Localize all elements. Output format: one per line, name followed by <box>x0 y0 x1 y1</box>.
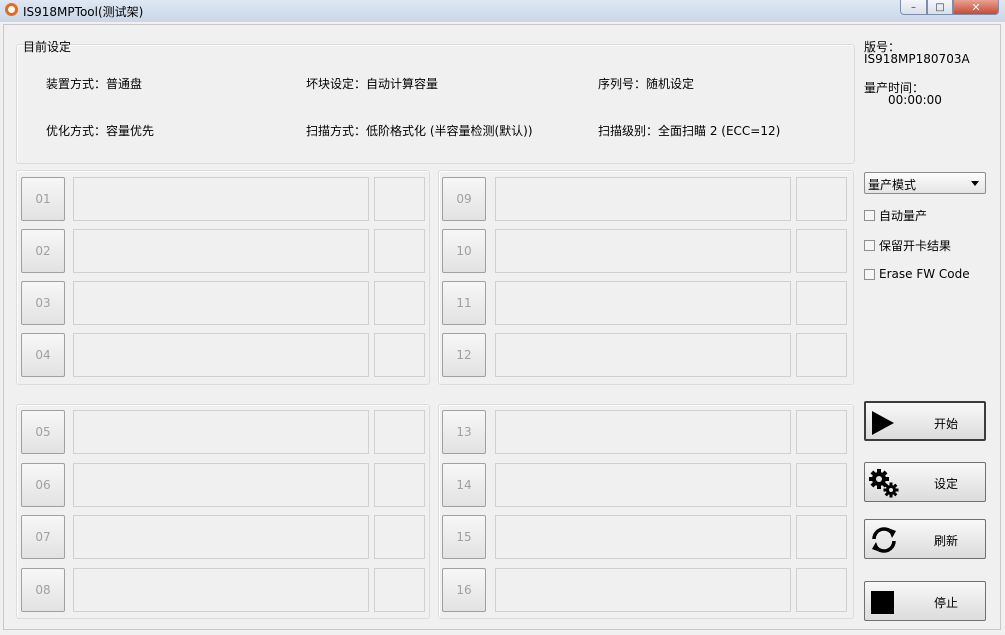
port-capacity-box <box>374 568 425 612</box>
auto-mp-label: 自动量产 <box>879 208 928 223</box>
settings-button-label: 设定 <box>933 477 958 491</box>
port-status-box <box>495 229 791 273</box>
port-capacity-box <box>796 333 847 377</box>
port-status-box <box>73 568 369 612</box>
port-number-button[interactable]: 11 <box>442 281 486 325</box>
port-capacity-box <box>796 281 847 325</box>
version-value: IS918MP180703A <box>864 52 970 66</box>
play-icon <box>872 411 894 435</box>
port-status-box <box>495 281 791 325</box>
port-number-button[interactable]: 08 <box>21 568 65 612</box>
port-capacity-box <box>796 177 847 221</box>
refresh-button-label: 刷新 <box>933 534 958 548</box>
maximize-icon: □ <box>935 1 945 13</box>
port-status-box <box>73 410 369 454</box>
port-number-button[interactable]: 15 <box>442 515 486 559</box>
stop-button-label: 停止 <box>933 596 958 610</box>
keep-result-checkbox[interactable]: 保留开卡结果 <box>864 237 951 253</box>
port-number-button[interactable]: 01 <box>21 177 65 221</box>
gears-icon <box>869 469 899 498</box>
port-number-button[interactable]: 02 <box>21 229 65 273</box>
mp-time-value: 00:00:00 <box>888 93 942 107</box>
port-number-button[interactable]: 10 <box>442 229 486 273</box>
port-status-box <box>495 463 791 507</box>
auto-mp-checkbox[interactable]: 自动量产 <box>864 207 927 223</box>
port-capacity-box <box>796 410 847 454</box>
port-number-button[interactable]: 16 <box>442 568 486 612</box>
port-capacity-box <box>374 229 425 273</box>
port-status-box <box>73 515 369 559</box>
port-number-button[interactable]: 13 <box>442 410 486 454</box>
scan-level-label: 扫描级别：全面扫瞄 2 (ECC=12) <box>598 124 781 138</box>
port-status-box <box>73 229 369 273</box>
title-bar: IS918MPTool(测试架) – □ ✕ <box>0 0 1005 22</box>
chevron-down-icon <box>971 181 979 186</box>
stop-button[interactable]: 停止 <box>864 581 986 621</box>
port-status-box <box>495 515 791 559</box>
port-status-box <box>73 281 369 325</box>
port-capacity-box <box>374 281 425 325</box>
port-capacity-box <box>374 515 425 559</box>
erase-fw-label: Erase FW Code <box>879 267 970 281</box>
bad-block-label: 坏块设定：自动计算容量 <box>306 77 439 91</box>
start-button-label: 开始 <box>933 417 958 431</box>
port-status-box <box>495 410 791 454</box>
current-settings-group <box>16 44 855 164</box>
port-capacity-box <box>796 229 847 273</box>
stop-icon <box>871 591 894 614</box>
app-icon <box>5 3 18 16</box>
refresh-icon <box>872 527 896 553</box>
port-status-box <box>495 177 791 221</box>
window-controls: – □ ✕ <box>900 0 999 16</box>
port-capacity-box <box>374 463 425 507</box>
minimize-icon: – <box>911 1 916 13</box>
mode-select[interactable]: 量产模式 <box>864 172 986 194</box>
port-status-box <box>73 333 369 377</box>
port-number-button[interactable]: 07 <box>21 515 65 559</box>
minimize-button[interactable]: – <box>900 0 927 15</box>
port-number-button[interactable]: 09 <box>442 177 486 221</box>
maximize-button[interactable]: □ <box>927 0 953 15</box>
erase-fw-checkbox[interactable]: Erase FW Code <box>864 266 970 282</box>
keep-result-label: 保留开卡结果 <box>879 238 952 253</box>
port-capacity-box <box>374 410 425 454</box>
install-mode-label: 装置方式：普通盘 <box>46 77 143 91</box>
port-capacity-box <box>374 177 425 221</box>
port-number-button[interactable]: 12 <box>442 333 486 377</box>
auto-mp-checkbox-box[interactable] <box>864 209 875 221</box>
port-number-button[interactable]: 04 <box>21 333 65 377</box>
start-button[interactable]: 开始 <box>864 401 986 441</box>
port-status-box <box>495 333 791 377</box>
port-capacity-box <box>374 333 425 377</box>
port-number-button[interactable]: 06 <box>21 463 65 507</box>
port-number-button[interactable]: 14 <box>442 463 486 507</box>
refresh-button[interactable]: 刷新 <box>864 519 986 559</box>
optimize-mode-label: 优化方式：容量优先 <box>46 124 155 138</box>
mode-select-value: 量产模式 <box>868 178 917 192</box>
erase-fw-checkbox-box[interactable] <box>864 268 875 280</box>
window-title: IS918MPTool(测试架) <box>23 5 144 19</box>
serial-label: 序列号：随机设定 <box>598 77 695 91</box>
current-settings-title: 目前设定 <box>23 40 72 54</box>
close-button[interactable]: ✕ <box>953 0 999 15</box>
port-status-box <box>73 177 369 221</box>
scan-mode-label: 扫描方式：低阶格式化 (半容量检测(默认)) <box>306 124 533 138</box>
port-capacity-box <box>796 463 847 507</box>
port-capacity-box <box>796 568 847 612</box>
port-number-button[interactable]: 05 <box>21 410 65 454</box>
settings-button[interactable]: 设定 <box>864 462 986 502</box>
port-number-button[interactable]: 03 <box>21 281 65 325</box>
port-status-box <box>73 463 369 507</box>
close-icon: ✕ <box>971 0 981 14</box>
port-status-box <box>495 568 791 612</box>
port-capacity-box <box>796 515 847 559</box>
keep-result-checkbox-box[interactable] <box>864 239 875 251</box>
